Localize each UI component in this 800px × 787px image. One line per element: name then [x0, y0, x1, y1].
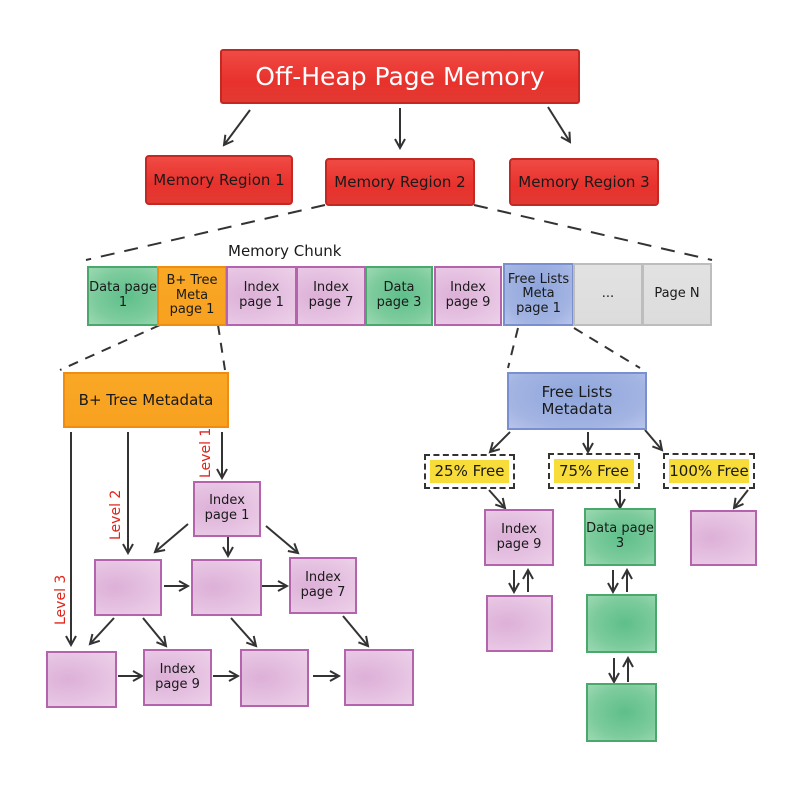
dashed-btree-right [217, 324, 226, 371]
level-2-label: Level 2 [108, 489, 124, 540]
arrow-l2c-l3d [342, 615, 368, 646]
btree-level2-node-1 [94, 559, 162, 616]
level-3-label: Level 3 [53, 574, 69, 625]
off-heap-page-memory-title: Off-Heap Page Memory [220, 49, 580, 104]
memory-chunk-title: Memory Chunk [228, 242, 342, 260]
chunk-data-page-1: Data page 1 [87, 266, 159, 326]
arrow-title-region1 [224, 109, 251, 145]
free75-page-2 [586, 594, 657, 653]
bucket-25-free-label: 25% Free [430, 460, 509, 483]
level-1-label: Level 1 [198, 427, 214, 478]
memory-region-1: Memory Region 1 [145, 155, 293, 205]
dashed-region2-right [473, 204, 713, 261]
arrow-l2a-l3a [90, 617, 115, 644]
dashed-btree-left [59, 324, 161, 371]
chunk-btree-meta-page-1: B+ Tree Meta page 1 [157, 266, 227, 326]
chunk-index-page-7: Index page 7 [296, 266, 366, 326]
free-lists-metadata: Free Lists Metadata [507, 372, 647, 430]
memory-region-2: Memory Region 2 [325, 158, 475, 206]
btree-level2-node-2 [191, 559, 262, 616]
memory-region-3: Memory Region 3 [509, 158, 659, 206]
arrow-title-region3 [547, 106, 570, 142]
chunk-index-page-1: Index page 1 [226, 266, 297, 326]
btree-level3-node-4 [344, 649, 414, 706]
arrow-idx1-l2c [265, 525, 298, 553]
bucket-75-free-label: 75% Free [554, 459, 634, 483]
chunk-ellipsis: ... [573, 263, 643, 326]
btree-index-page-1: Index page 1 [193, 481, 261, 537]
arrow-fl-100 [644, 429, 662, 450]
free100-page-1 [690, 510, 757, 566]
free75-data-page-3: Data page 3 [584, 508, 656, 566]
free25-index-page-9: Index page 9 [484, 509, 554, 566]
btree-level3-node-1 [46, 651, 117, 708]
btree-index-page-9: Index page 9 [143, 649, 212, 706]
bucket-100-free: 100% Free [663, 453, 755, 489]
btree-metadata: B+ Tree Metadata [63, 372, 229, 428]
bucket-100-free-label: 100% Free [669, 459, 749, 483]
arrow-100-page [734, 489, 749, 508]
free25-page-2 [486, 595, 553, 652]
bucket-25-free: 25% Free [424, 454, 515, 489]
dashed-freelist-left [507, 327, 519, 369]
free75-page-3 [586, 683, 657, 742]
arrow-25-page [488, 489, 505, 508]
chunk-free-lists-meta-page-1: Free Lists Meta page 1 [503, 263, 574, 326]
btree-index-page-7: Index page 7 [289, 557, 357, 614]
dashed-freelist-right [573, 327, 641, 369]
bucket-75-free: 75% Free [548, 453, 640, 489]
btree-level3-node-3 [240, 649, 309, 707]
arrow-l2b-l3c [230, 617, 256, 646]
chunk-index-page-9: Index page 9 [434, 266, 502, 326]
arrow-idx1-l2a [155, 523, 189, 552]
arrow-fl-25 [490, 431, 511, 452]
chunk-data-page-3: Data page 3 [365, 266, 433, 326]
arrow-l2a-l3b [142, 617, 166, 646]
chunk-page-n: Page N [642, 263, 712, 326]
